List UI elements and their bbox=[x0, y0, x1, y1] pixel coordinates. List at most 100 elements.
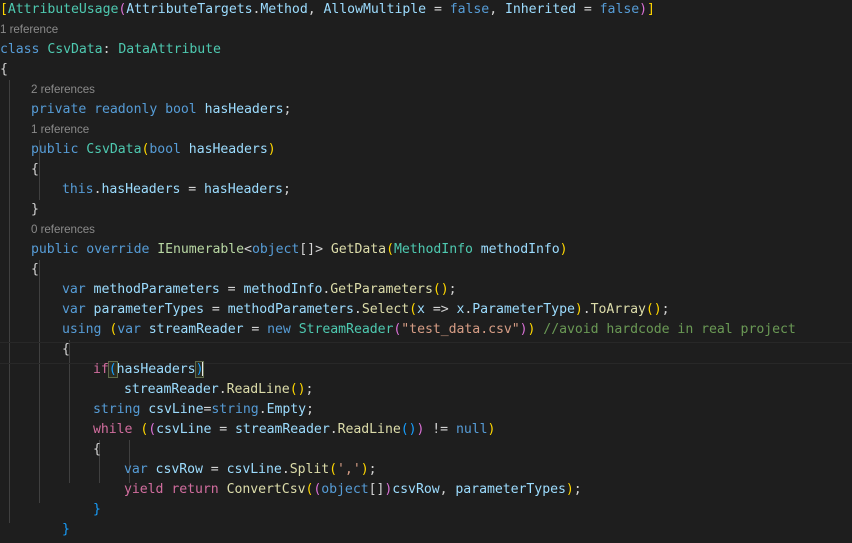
token-attributetargets: AttributeTargets bbox=[126, 2, 253, 17]
keyword-override: override bbox=[78, 242, 150, 257]
codelens-method-getdata[interactable]: 0 references bbox=[0, 220, 852, 240]
token-base-class: DataAttribute bbox=[118, 42, 221, 57]
token-local-csvline: csvLine bbox=[156, 422, 212, 437]
code-line-class-declaration[interactable]: class CsvData: DataAttribute bbox=[0, 40, 852, 60]
token-convertcsv-call: ConvertCsv bbox=[218, 482, 306, 497]
token-colon: : bbox=[102, 42, 119, 57]
codelens-label[interactable]: 2 references bbox=[31, 83, 95, 96]
token-field-name: hasHeaders bbox=[101, 182, 181, 197]
token-toarray-call: ToArray bbox=[590, 302, 646, 317]
code-editor[interactable]: [AttributeUsage (AttributeTargets. Method,… bbox=[0, 0, 852, 543]
token-semicolon: ; bbox=[661, 302, 670, 317]
token-streamreader-ref: streamReader bbox=[235, 422, 330, 437]
token-comma: , bbox=[439, 482, 456, 497]
token-equals: = bbox=[211, 422, 236, 437]
codelens-field-hasheaders[interactable]: 2 references bbox=[0, 80, 852, 100]
code-line-method-open-brace[interactable]: { bbox=[0, 260, 852, 280]
codelens-label[interactable]: 0 references bbox=[31, 223, 95, 236]
token-dot: . bbox=[329, 422, 338, 437]
keyword-while: while bbox=[93, 422, 133, 437]
code-line-constructor-open-brace[interactable]: { bbox=[0, 160, 852, 180]
code-line-using-open-brace[interactable]: { bbox=[0, 340, 852, 360]
token-method-name: GetData bbox=[322, 242, 387, 257]
code-line-method-signature[interactable]: public override IEnumerable<object[]> Ge… bbox=[0, 240, 852, 260]
token-methodinfo-param: methodInfo bbox=[243, 282, 323, 297]
token-dot: . bbox=[353, 302, 362, 317]
keyword-new: new bbox=[267, 322, 291, 337]
keyword-if: if bbox=[93, 362, 109, 377]
keyword-null: null bbox=[455, 422, 488, 437]
codelens-class-csvdata[interactable]: 1 reference bbox=[0, 20, 852, 40]
code-line-class-open-brace[interactable]: { bbox=[0, 60, 852, 80]
token-local-csvrow: csvRow bbox=[147, 462, 203, 477]
token-equals: = bbox=[219, 282, 244, 297]
parens: () bbox=[645, 302, 662, 317]
keyword-readonly: readonly bbox=[86, 102, 158, 117]
token-false: false bbox=[599, 2, 640, 17]
token-readline-call: ReadLine bbox=[226, 382, 290, 397]
codelens-label[interactable]: 1 reference bbox=[0, 23, 58, 36]
token-array-brackets: [] bbox=[299, 242, 316, 257]
token-methodinfo-type: MethodInfo bbox=[393, 242, 473, 257]
brace-open: { bbox=[0, 62, 8, 77]
token-dot: . bbox=[218, 382, 227, 397]
brace-close: } bbox=[93, 502, 101, 517]
token-angle-open: < bbox=[244, 242, 252, 257]
token-method-member: Method bbox=[260, 2, 308, 17]
code-line-var-csvrow[interactable]: var csvRow = csvLine.Split(','); bbox=[0, 460, 852, 480]
paren-open: ( bbox=[386, 242, 394, 257]
paren-close: ) bbox=[559, 242, 568, 257]
code-line-yield-return[interactable]: yield return ConvertCsv((object[])csvRow… bbox=[0, 480, 852, 500]
keyword-bool: bool bbox=[149, 142, 181, 157]
code-line-var-methodparameters[interactable]: var methodParameters = methodInfo.GetPar… bbox=[0, 280, 852, 300]
token-local-name: methodParameters bbox=[85, 282, 220, 297]
code-line-while-loop[interactable]: while ((csvLine = streamReader.ReadLine(… bbox=[0, 420, 852, 440]
token-object-ref: methodParameters bbox=[227, 302, 354, 317]
code-line-using-statement[interactable]: using (var streamReader = new StreamRead… bbox=[0, 320, 852, 340]
parens-innermost: () bbox=[400, 422, 417, 437]
token-dot: . bbox=[258, 402, 267, 417]
token-char-literal: ',' bbox=[337, 462, 361, 477]
paren-open-inner: ( bbox=[148, 422, 157, 437]
token-property-parametertype: ParameterType bbox=[472, 302, 575, 317]
code-line-declare-csvline[interactable]: string csvLine=string.Empty; bbox=[0, 400, 852, 420]
keyword-object: object bbox=[321, 482, 369, 497]
code-line-constructor-close-brace[interactable]: } bbox=[0, 200, 852, 220]
token-semicolon: ; bbox=[368, 462, 377, 477]
paren-close: ) bbox=[639, 2, 648, 17]
code-line-while-close-brace[interactable]: } bbox=[0, 500, 852, 520]
keyword-object: object bbox=[251, 242, 300, 257]
codelens-label[interactable]: 1 reference bbox=[31, 123, 89, 136]
code-line-if-hasheaders[interactable]: if(hasHeaders) bbox=[0, 360, 852, 380]
code-content[interactable]: [AttributeUsage (AttributeTargets. Method,… bbox=[0, 0, 852, 543]
brace-open: { bbox=[31, 262, 39, 277]
token-semicolon: ; bbox=[283, 102, 292, 117]
code-line-using-close-brace[interactable]: } bbox=[0, 520, 852, 540]
code-line-var-parametertypes[interactable]: var parameterTypes = methodParameters.Se… bbox=[0, 300, 852, 320]
token-dot: . bbox=[582, 302, 591, 317]
code-line-constructor-signature[interactable]: public CsvData(bool hasHeaders) bbox=[0, 140, 852, 160]
token-local-csvline: csvLine bbox=[140, 402, 204, 417]
brace-open: { bbox=[93, 442, 101, 457]
code-line-readline-header[interactable]: streamReader.ReadLine(); bbox=[0, 380, 852, 400]
token-local-parametertypes: parameterTypes bbox=[455, 482, 566, 497]
token-allowmultiple: AllowMultiple bbox=[323, 2, 427, 17]
code-line-field-hasheaders[interactable]: private readonly bool hasHeaders; bbox=[0, 100, 852, 120]
codelens-constructor-csvdata[interactable]: 1 reference bbox=[0, 120, 852, 140]
code-line-attribute[interactable]: [AttributeUsage(AttributeTargets.Method,… bbox=[0, 0, 852, 20]
code-line-while-open-brace[interactable]: { bbox=[0, 440, 852, 460]
paren-close-outer: ) bbox=[487, 422, 496, 437]
token-class-name: CsvData bbox=[47, 42, 103, 57]
keyword-this: this bbox=[62, 182, 94, 197]
token-equals: = bbox=[576, 2, 600, 17]
brace-open: { bbox=[62, 342, 70, 357]
token-parameter-name: methodInfo bbox=[472, 242, 560, 257]
paren-close: ) bbox=[267, 142, 276, 157]
token-streamreader-type: StreamReader bbox=[290, 322, 394, 337]
token-local-name: parameterTypes bbox=[85, 302, 205, 317]
paren-close-inner: ) bbox=[519, 322, 528, 337]
keyword-return: return bbox=[163, 482, 219, 497]
paren-open: ( bbox=[329, 462, 338, 477]
token-lambda-arrow: => bbox=[424, 302, 457, 317]
code-line-assign-field[interactable]: this.hasHeaders = hasHeaders; bbox=[0, 180, 852, 200]
